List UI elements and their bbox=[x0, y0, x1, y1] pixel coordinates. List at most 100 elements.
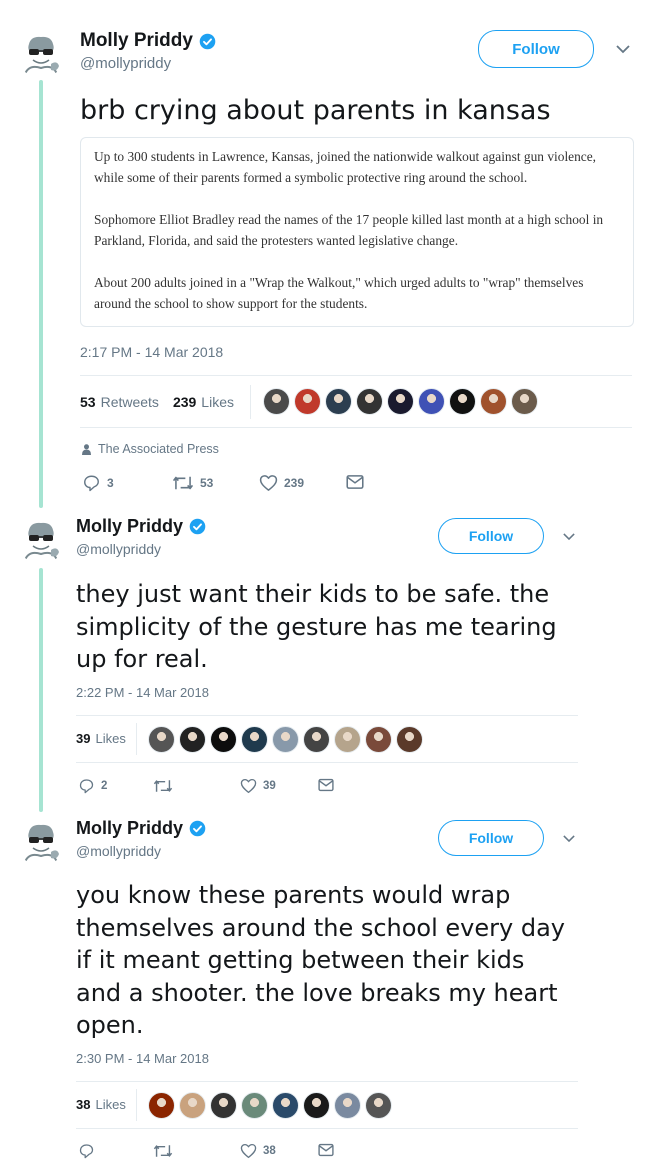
handle[interactable]: @mollypriddy bbox=[76, 843, 161, 859]
avatar-sketch-icon bbox=[17, 818, 65, 866]
reply-button[interactable] bbox=[78, 1143, 101, 1159]
liker-avatar[interactable] bbox=[303, 726, 330, 753]
like-button[interactable]: 38 bbox=[240, 1143, 276, 1159]
chevron-down-icon[interactable] bbox=[563, 834, 575, 843]
reply-count: 2 bbox=[101, 780, 108, 792]
avatar-sketch-icon bbox=[17, 30, 65, 78]
liker-avatar[interactable] bbox=[334, 726, 361, 753]
retweets-stat[interactable]: 53 Retweets bbox=[80, 394, 159, 410]
liker-avatar[interactable] bbox=[418, 388, 445, 415]
likes-label: Likes bbox=[95, 1097, 126, 1112]
liker-avatar[interactable] bbox=[396, 726, 423, 753]
follow-button[interactable]: Follow bbox=[438, 518, 544, 554]
chevron-down-icon[interactable] bbox=[616, 44, 630, 54]
reply-icon bbox=[79, 1144, 94, 1159]
retweet-icon bbox=[153, 780, 173, 792]
liker-avatar[interactable] bbox=[325, 388, 352, 415]
liker-avatar[interactable] bbox=[179, 1092, 206, 1119]
likes-count: 39 bbox=[76, 731, 91, 746]
divider bbox=[76, 1128, 578, 1129]
liker-avatar[interactable] bbox=[148, 726, 175, 753]
retweets-label: Retweets bbox=[100, 394, 159, 410]
handle[interactable]: @mollypriddy bbox=[76, 541, 161, 557]
likes-label: Likes bbox=[201, 394, 234, 410]
follow-button[interactable]: Follow bbox=[478, 30, 594, 68]
likes-stat[interactable]: 239 Likes bbox=[173, 394, 234, 410]
source-label: The Associated Press bbox=[98, 442, 219, 456]
liker-avatar[interactable] bbox=[480, 388, 507, 415]
liker-avatar[interactable] bbox=[148, 1092, 175, 1119]
tweet-timestamp[interactable]: 2:30 PM - 14 Mar 2018 bbox=[76, 1051, 209, 1066]
liker-avatar[interactable] bbox=[365, 726, 392, 753]
likers-avatars bbox=[263, 388, 538, 415]
quote-paragraph: Sophomore Elliot Bradley read the names … bbox=[94, 212, 604, 248]
envelope-icon bbox=[346, 475, 364, 489]
liker-avatar[interactable] bbox=[210, 726, 237, 753]
direct-message-button[interactable] bbox=[318, 1143, 334, 1157]
avatar-sketch-icon bbox=[17, 516, 65, 564]
quoted-article-card[interactable]: Up to 300 students in Lawrence, Kansas, … bbox=[80, 137, 634, 327]
likes-label: Likes bbox=[95, 731, 126, 746]
likes-count: 239 bbox=[172, 394, 197, 410]
display-name-text: Molly Priddy bbox=[80, 30, 193, 51]
direct-message-button[interactable] bbox=[318, 778, 334, 792]
envelope-icon bbox=[318, 778, 334, 792]
like-count: 239 bbox=[284, 476, 305, 490]
liker-avatar[interactable] bbox=[210, 1092, 237, 1119]
retweet-button[interactable] bbox=[153, 1143, 179, 1159]
like-count: 38 bbox=[263, 1145, 276, 1157]
liker-avatar[interactable] bbox=[241, 1092, 268, 1119]
retweet-icon bbox=[153, 1145, 173, 1157]
liker-avatar[interactable] bbox=[511, 388, 538, 415]
tweet-text: you know these parents would wrap themse… bbox=[76, 881, 565, 1039]
likers-avatars bbox=[148, 726, 423, 753]
likes-count: 38 bbox=[76, 1097, 91, 1112]
direct-message-button[interactable] bbox=[346, 474, 364, 490]
avatar[interactable] bbox=[17, 516, 65, 564]
like-button[interactable]: 39 bbox=[240, 778, 276, 794]
liker-avatar[interactable] bbox=[272, 1092, 299, 1119]
likes-stat[interactable]: 39 Likes bbox=[76, 731, 126, 746]
liker-avatar[interactable] bbox=[263, 388, 290, 415]
retweet-count: 53 bbox=[200, 476, 214, 490]
liker-avatar[interactable] bbox=[334, 1092, 361, 1119]
reply-icon bbox=[84, 475, 99, 492]
liker-avatar[interactable] bbox=[356, 388, 383, 415]
envelope-icon bbox=[318, 1143, 334, 1157]
like-button[interactable]: 239 bbox=[259, 474, 304, 492]
reply-icon bbox=[79, 779, 94, 794]
stats-divider bbox=[136, 723, 137, 755]
source-attribution: The Associated Press bbox=[82, 442, 219, 456]
display-name[interactable]: Molly Priddy bbox=[76, 516, 206, 537]
display-name[interactable]: Molly Priddy bbox=[80, 30, 216, 52]
divider bbox=[76, 1081, 578, 1082]
chevron-down-icon[interactable] bbox=[563, 532, 575, 541]
liker-avatar[interactable] bbox=[449, 388, 476, 415]
heart-icon bbox=[240, 778, 257, 794]
reply-count: 3 bbox=[107, 476, 114, 490]
verified-badge-icon bbox=[189, 518, 206, 535]
liker-avatar[interactable] bbox=[387, 388, 414, 415]
tweet-timestamp[interactable]: 2:17 PM - 14 Mar 2018 bbox=[80, 344, 223, 360]
retweet-icon bbox=[172, 476, 194, 490]
retweet-button[interactable] bbox=[153, 778, 179, 794]
follow-button[interactable]: Follow bbox=[438, 820, 544, 856]
display-name[interactable]: Molly Priddy bbox=[76, 818, 206, 839]
likes-stat[interactable]: 38 Likes bbox=[76, 1097, 126, 1112]
liker-avatar[interactable] bbox=[241, 726, 268, 753]
handle[interactable]: @mollypriddy bbox=[80, 55, 171, 72]
liker-avatar[interactable] bbox=[294, 388, 321, 415]
liker-avatar[interactable] bbox=[365, 1092, 392, 1119]
liker-avatar[interactable] bbox=[272, 726, 299, 753]
divider bbox=[80, 375, 632, 376]
avatar[interactable] bbox=[17, 818, 65, 866]
reply-button[interactable]: 3 bbox=[82, 474, 114, 492]
liker-avatar[interactable] bbox=[179, 726, 206, 753]
avatar[interactable] bbox=[17, 30, 65, 78]
tweet-timestamp[interactable]: 2:22 PM - 14 Mar 2018 bbox=[76, 685, 209, 700]
reply-button[interactable]: 2 bbox=[78, 778, 107, 794]
verified-badge-icon bbox=[199, 33, 216, 49]
liker-avatar[interactable] bbox=[303, 1092, 330, 1119]
like-count: 39 bbox=[263, 780, 276, 792]
retweet-button[interactable]: 53 bbox=[172, 474, 213, 492]
